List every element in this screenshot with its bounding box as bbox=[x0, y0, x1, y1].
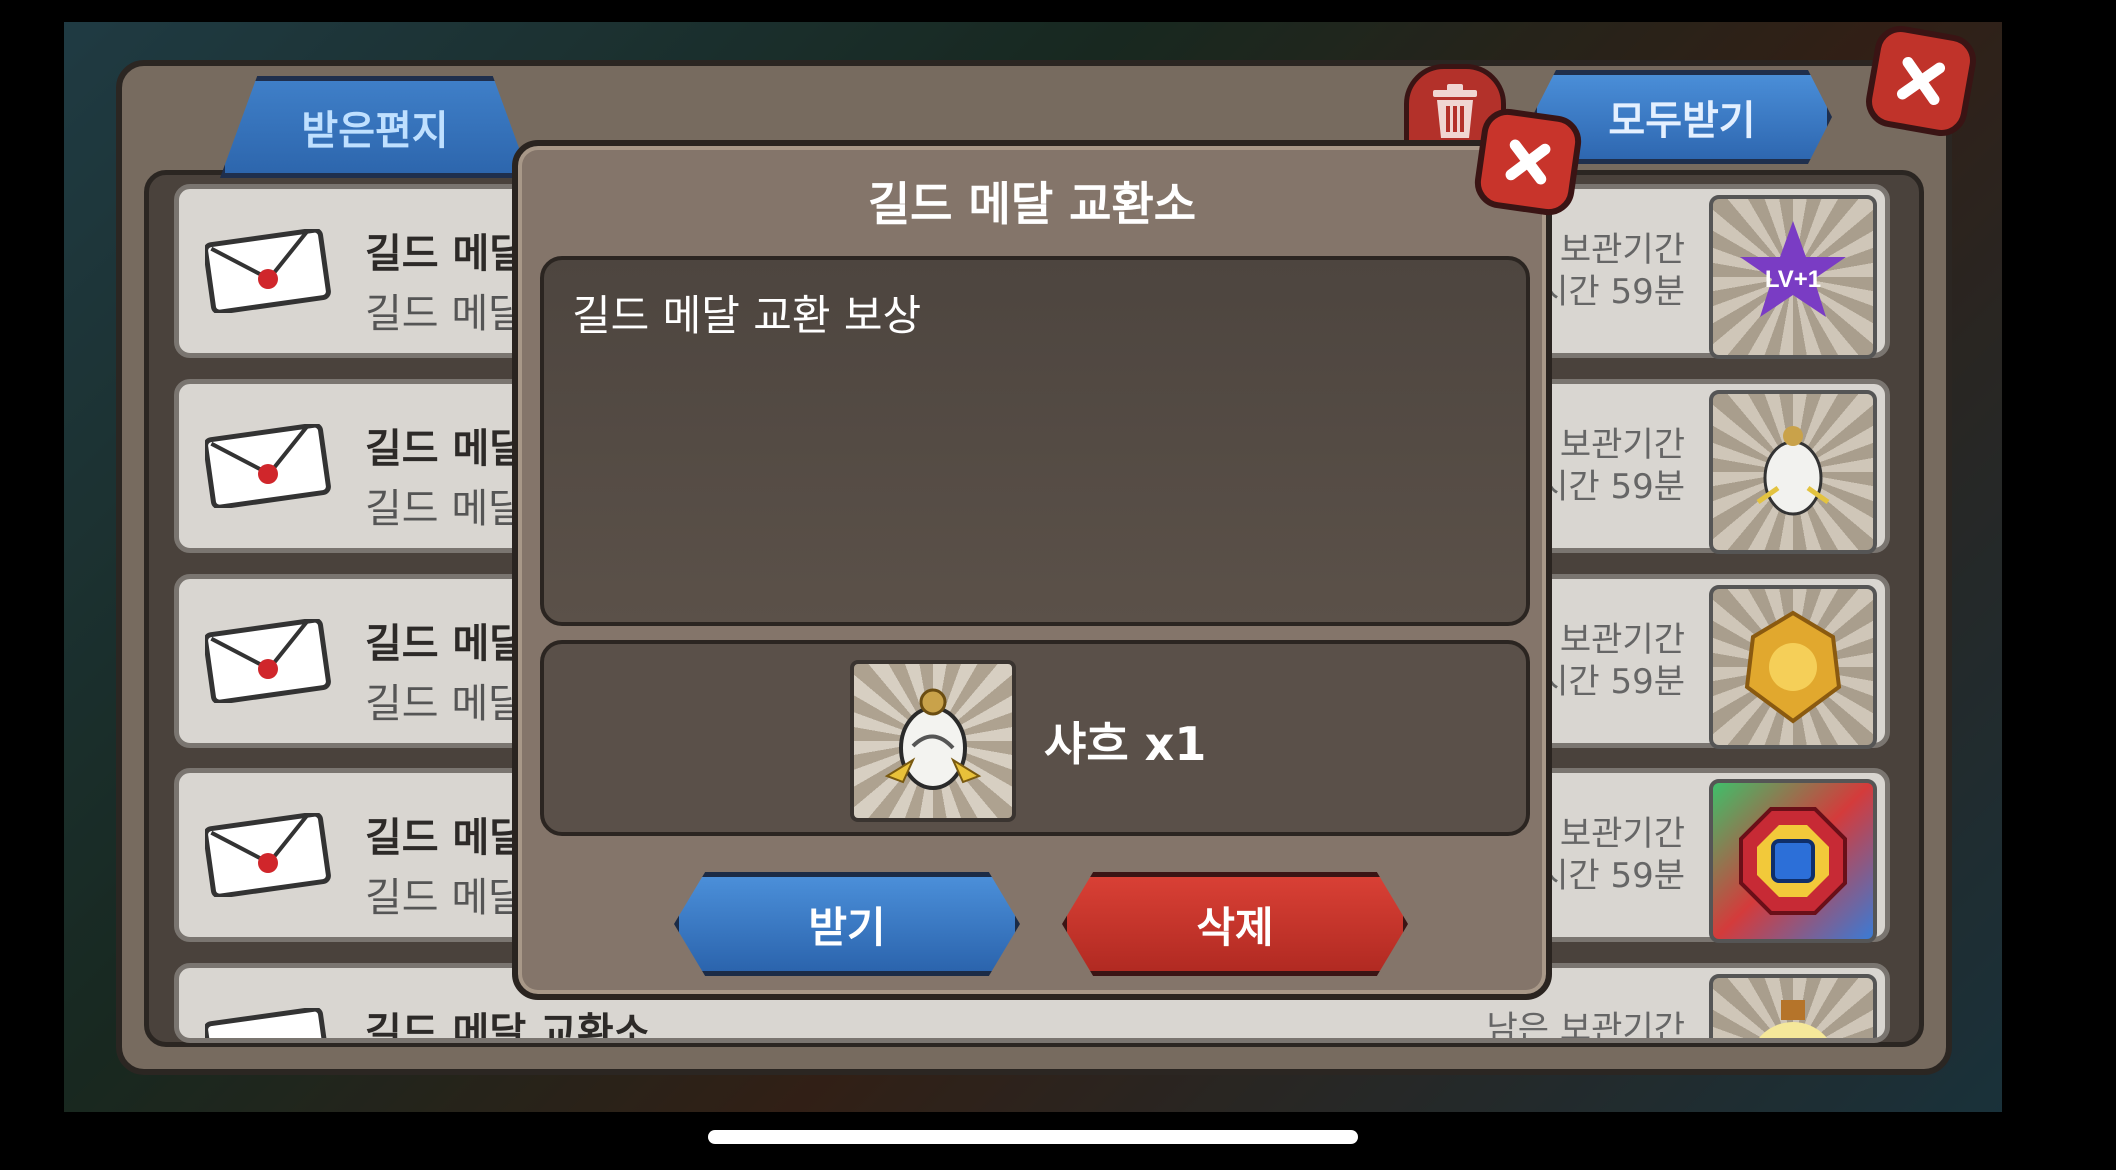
mail-expire: 보관기간 시간 59분 bbox=[1537, 619, 1685, 703]
mail-expire: 남은 보관기간 bbox=[1486, 1008, 1686, 1043]
close-icon bbox=[1505, 139, 1551, 185]
tab-received[interactable]: 받은편지 bbox=[220, 76, 530, 178]
guild-medal-dialog: 길드 메달 교환소 길드 메달 교환 보상 샤흐 x1 받기 삭제 bbox=[512, 140, 1552, 1000]
reward-label: 샤흐 x1 bbox=[1044, 717, 1207, 771]
mail-subtitle: 길드 메달 bbox=[365, 681, 525, 727]
trash-icon bbox=[1433, 84, 1477, 138]
expire-label: 남은 보관기간 bbox=[1486, 1009, 1686, 1043]
mail-expire: 보관기간 시간 59분 bbox=[1537, 813, 1685, 897]
message-box: 길드 메달 교환 보상 bbox=[540, 256, 1530, 626]
expire-label: 보관기간 bbox=[1559, 230, 1685, 270]
mail-subtitle: 길드 메달 bbox=[365, 486, 525, 532]
expire-time: 시간 59분 bbox=[1537, 662, 1685, 702]
expire-label: 보관기간 bbox=[1559, 425, 1685, 465]
home-indicator[interactable] bbox=[708, 1130, 1358, 1144]
envelope-icon bbox=[205, 813, 331, 897]
dialog-message: 길드 메달 교환 보상 bbox=[572, 291, 922, 340]
delete-button[interactable]: 삭제 bbox=[1062, 872, 1408, 976]
receive-button[interactable]: 받기 bbox=[674, 872, 1020, 976]
level-up-icon: LV+1 bbox=[1709, 195, 1877, 359]
mail-title: 길드 메달 bbox=[365, 426, 527, 472]
envelope-icon bbox=[205, 229, 331, 313]
dialog-title: 길드 메달 교환소 bbox=[867, 177, 1197, 231]
expire-time: 시간 59분 bbox=[1537, 467, 1685, 507]
svg-text:LV+1: LV+1 bbox=[1765, 266, 1821, 293]
egg-icon bbox=[850, 660, 1016, 822]
close-icon bbox=[1896, 56, 1946, 106]
egg-icon bbox=[1709, 390, 1877, 554]
potion-icon bbox=[1709, 974, 1877, 1038]
mail-subtitle: 길드 메달 bbox=[365, 291, 525, 337]
mail-title: 길드 메달 bbox=[365, 231, 527, 277]
close-dialog-button[interactable] bbox=[1471, 105, 1585, 219]
mail-expire: 보관기간 시간 59분 bbox=[1537, 424, 1685, 508]
mail-expire: 보관기간 시간 59분 bbox=[1537, 229, 1685, 313]
gem-icon bbox=[1709, 779, 1877, 943]
expire-label: 보관기간 bbox=[1559, 814, 1685, 854]
envelope-icon bbox=[205, 1008, 331, 1038]
close-mailbox-button[interactable] bbox=[1861, 21, 1981, 141]
envelope-icon bbox=[205, 424, 331, 508]
expire-time: 시간 59분 bbox=[1537, 272, 1685, 312]
mail-subtitle: 길드 메달 bbox=[365, 875, 525, 921]
mail-title: 길드 메달 교환소 bbox=[365, 1010, 651, 1043]
mail-title: 길드 메달 bbox=[365, 815, 527, 861]
expire-label: 보관기간 bbox=[1559, 620, 1685, 660]
mail-title: 길드 메달 bbox=[365, 621, 527, 667]
gold-medal-icon bbox=[1709, 585, 1877, 749]
envelope-icon bbox=[205, 619, 331, 703]
expire-time: 시간 59분 bbox=[1537, 856, 1685, 896]
reward-box: 샤흐 x1 bbox=[540, 640, 1530, 836]
